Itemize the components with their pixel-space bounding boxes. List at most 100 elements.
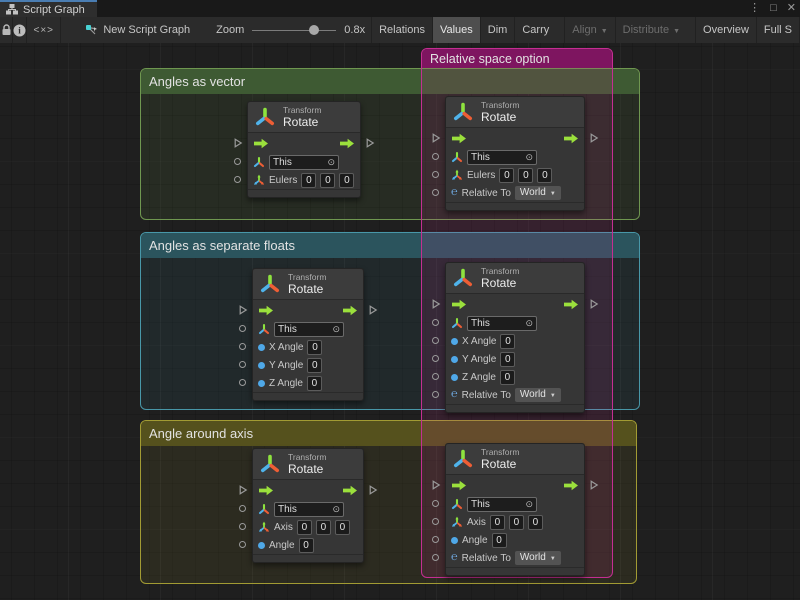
unit-node-rotate[interactable]: TransformRotateThis⊙Axis000Angle0℮Relati…	[445, 443, 585, 576]
toolbar-button-distribute[interactable]: Distribute▼	[615, 17, 687, 43]
control-output-port[interactable]	[368, 485, 378, 495]
toolbar-button-carry[interactable]: Carry	[514, 17, 556, 43]
control-input-port[interactable]	[238, 485, 248, 495]
vector-component-input[interactable]: 0	[499, 168, 514, 183]
toolbar-button-dim[interactable]: Dim	[480, 17, 515, 43]
value-input-port[interactable]	[239, 505, 246, 512]
value-input-port[interactable]	[432, 518, 439, 525]
target-object-field[interactable]: This⊙	[269, 155, 339, 170]
value-input-port[interactable]	[239, 343, 246, 350]
close-icon[interactable]: ✕	[787, 0, 796, 17]
unit-node-rotate[interactable]: TransformRotateThis⊙Eulers000℮Relative T…	[445, 96, 585, 211]
value-input-port[interactable]	[239, 523, 246, 530]
group-header[interactable]: Relative space option	[422, 49, 612, 68]
inspect-code-button[interactable]: <×>	[27, 17, 61, 43]
target-object-field[interactable]: This⊙	[467, 150, 537, 165]
node-header[interactable]: TransformRotate	[253, 449, 363, 480]
info-button[interactable]: i	[13, 17, 27, 43]
tab-script-graph[interactable]: Script Graph	[0, 0, 97, 17]
unit-node-rotate[interactable]: TransformRotateThis⊙Eulers000	[247, 101, 361, 198]
value-input-port[interactable]	[432, 171, 439, 178]
vector-component-input[interactable]: 0	[297, 520, 312, 535]
control-input-port[interactable]	[233, 138, 243, 148]
vector-component-input[interactable]: 0	[320, 173, 335, 188]
new-script-graph-button[interactable]: New Script Graph	[75, 17, 200, 43]
object-picker-icon[interactable]: ⊙	[525, 151, 533, 164]
control-output-port[interactable]	[589, 480, 599, 490]
lock-button[interactable]	[0, 17, 13, 43]
unit-node-rotate[interactable]: TransformRotateThis⊙X Angle0Y Angle0Z An…	[252, 268, 364, 401]
float-input[interactable]: 0	[307, 376, 322, 391]
float-input[interactable]: 0	[492, 533, 507, 548]
unit-node-rotate[interactable]: TransformRotateThis⊙Axis000Angle0	[252, 448, 364, 563]
value-input-port[interactable]	[239, 541, 246, 548]
object-picker-icon[interactable]: ⊙	[332, 323, 340, 336]
control-output-port[interactable]	[365, 138, 375, 148]
graph-canvas[interactable]: Angles as vectorAngles as separate float…	[0, 43, 800, 600]
toolbar-button-full-s[interactable]: Full S	[756, 17, 800, 43]
float-input[interactable]: 0	[500, 352, 515, 367]
object-picker-icon[interactable]: ⊙	[525, 498, 533, 511]
target-object-field[interactable]: This⊙	[274, 502, 344, 517]
relative-space-dropdown[interactable]: World▼	[515, 551, 561, 565]
object-picker-icon[interactable]: ⊙	[327, 156, 335, 169]
value-input-port[interactable]	[234, 158, 241, 165]
vector-component-input[interactable]: 0	[301, 173, 316, 188]
value-input-port[interactable]	[432, 319, 439, 326]
node-header[interactable]: TransformRotate	[446, 97, 584, 128]
target-object-field[interactable]: This⊙	[274, 322, 344, 337]
value-input-port[interactable]	[432, 337, 439, 344]
node-header[interactable]: TransformRotate	[446, 263, 584, 294]
value-input-port[interactable]	[239, 361, 246, 368]
toolbar-button-overview[interactable]: Overview	[695, 17, 756, 43]
vector-component-input[interactable]: 0	[518, 168, 533, 183]
control-input-port[interactable]	[238, 305, 248, 315]
value-input-port[interactable]	[432, 189, 439, 196]
vector-component-input[interactable]: 0	[509, 515, 524, 530]
control-output-port[interactable]	[368, 305, 378, 315]
float-input[interactable]: 0	[307, 340, 322, 355]
control-output-port[interactable]	[589, 133, 599, 143]
node-header[interactable]: TransformRotate	[446, 444, 584, 475]
object-picker-icon[interactable]: ⊙	[525, 317, 533, 330]
vector-component-input[interactable]: 0	[528, 515, 543, 530]
vector-component-input[interactable]: 0	[335, 520, 350, 535]
toolbar-button-align[interactable]: Align▼	[564, 17, 614, 43]
control-input-port[interactable]	[431, 480, 441, 490]
value-input-port[interactable]	[432, 554, 439, 561]
vector-component-input[interactable]: 0	[339, 173, 354, 188]
relative-space-dropdown[interactable]: World▼	[515, 186, 561, 200]
value-input-port[interactable]	[432, 153, 439, 160]
more-menu-icon[interactable]: ⋮	[749, 0, 760, 17]
value-input-port[interactable]	[432, 500, 439, 507]
float-input[interactable]: 0	[500, 370, 515, 385]
node-header[interactable]: TransformRotate	[253, 269, 363, 300]
value-input-port[interactable]	[432, 373, 439, 380]
value-input-port[interactable]	[432, 391, 439, 398]
zoom-slider[interactable]	[252, 17, 336, 43]
vector-component-input[interactable]: 0	[316, 520, 331, 535]
float-input[interactable]: 0	[299, 538, 314, 553]
vector-component-input[interactable]: 0	[537, 168, 552, 183]
maximize-icon[interactable]: □	[770, 0, 777, 17]
control-input-port[interactable]	[431, 133, 441, 143]
value-input-port[interactable]	[432, 536, 439, 543]
unit-node-rotate[interactable]: TransformRotateThis⊙X Angle0Y Angle0Z An…	[445, 262, 585, 413]
value-input-port[interactable]	[239, 325, 246, 332]
toolbar-button-values[interactable]: Values	[432, 17, 480, 43]
control-output-port[interactable]	[589, 299, 599, 309]
node-header[interactable]: TransformRotate	[248, 102, 360, 133]
target-object-field[interactable]: This⊙	[467, 497, 537, 512]
toolbar-button-relations[interactable]: Relations	[371, 17, 432, 43]
zoom-slider-handle[interactable]	[309, 25, 319, 35]
control-input-port[interactable]	[431, 299, 441, 309]
object-picker-icon[interactable]: ⊙	[332, 503, 340, 516]
float-input[interactable]: 0	[307, 358, 322, 373]
relative-space-dropdown[interactable]: World▼	[515, 388, 561, 402]
float-input[interactable]: 0	[500, 334, 515, 349]
vector-component-input[interactable]: 0	[490, 515, 505, 530]
value-input-port[interactable]	[432, 355, 439, 362]
target-object-field[interactable]: This⊙	[467, 316, 537, 331]
value-input-port[interactable]	[234, 176, 241, 183]
value-input-port[interactable]	[239, 379, 246, 386]
